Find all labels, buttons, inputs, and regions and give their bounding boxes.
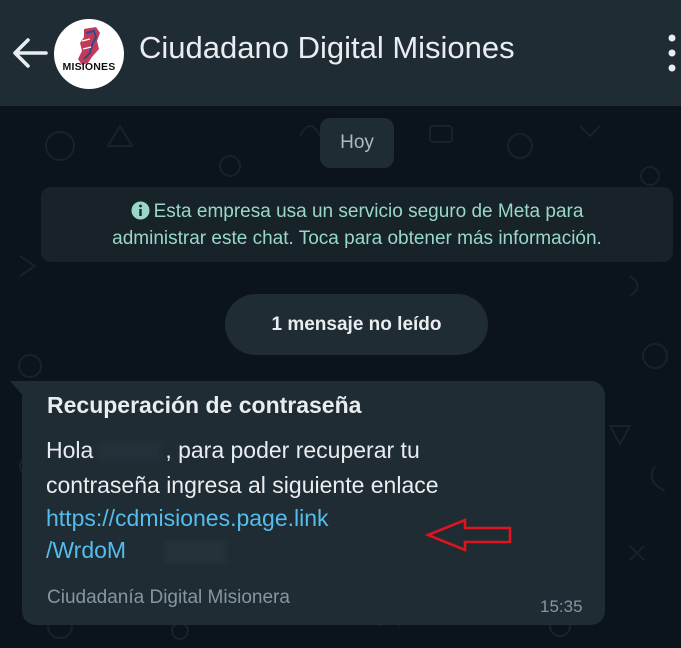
recovery-link-line-1[interactable]: https://cdmisiones.page.link	[46, 505, 329, 532]
info-icon	[131, 201, 150, 220]
message-title: Recuperación de contraseña	[47, 392, 362, 418]
message-line-1-rest: , para poder recuperar tu	[165, 437, 420, 463]
system-notice[interactable]: Esta empresa usa un servicio seguro de M…	[41, 187, 673, 262]
avatar[interactable]: MISIONES	[54, 19, 124, 89]
message-greeting: Hola	[46, 437, 94, 463]
message-footer: Ciudadanía Digital Misionera	[47, 587, 290, 608]
unread-count-chip: 1 mensaje no leído	[225, 294, 488, 355]
message-timestamp: 15:35	[540, 597, 583, 616]
chat-header: MISIONES Ciudadano Digital Misiones	[0, 0, 681, 106]
map-logo-icon	[78, 27, 100, 65]
notice-line-1-text: Esta empresa usa un servicio seguro de M…	[153, 201, 584, 222]
notice-line-2: administrar este chat. Toca para obtener…	[112, 228, 602, 249]
message-line-1: Hola , para poder recuperar tu	[46, 437, 420, 464]
notice-line-1: Esta empresa usa un servicio seguro de M…	[41, 198, 673, 225]
page-title[interactable]: Ciudadano Digital Misiones	[139, 30, 515, 66]
redacted-link-suffix	[164, 540, 226, 564]
redacted-name	[97, 441, 162, 461]
red-arrow-annotation	[425, 518, 512, 552]
recovery-link-line-2[interactable]: /WrdoM	[46, 537, 126, 564]
more-vert-icon[interactable]	[664, 32, 680, 74]
date-chip: Hoy	[320, 118, 394, 168]
back-arrow-icon[interactable]	[10, 34, 50, 72]
avatar-label: MISIONES	[62, 61, 116, 73]
message-line-2: contraseña ingresa al siguiente enlace	[46, 472, 439, 498]
